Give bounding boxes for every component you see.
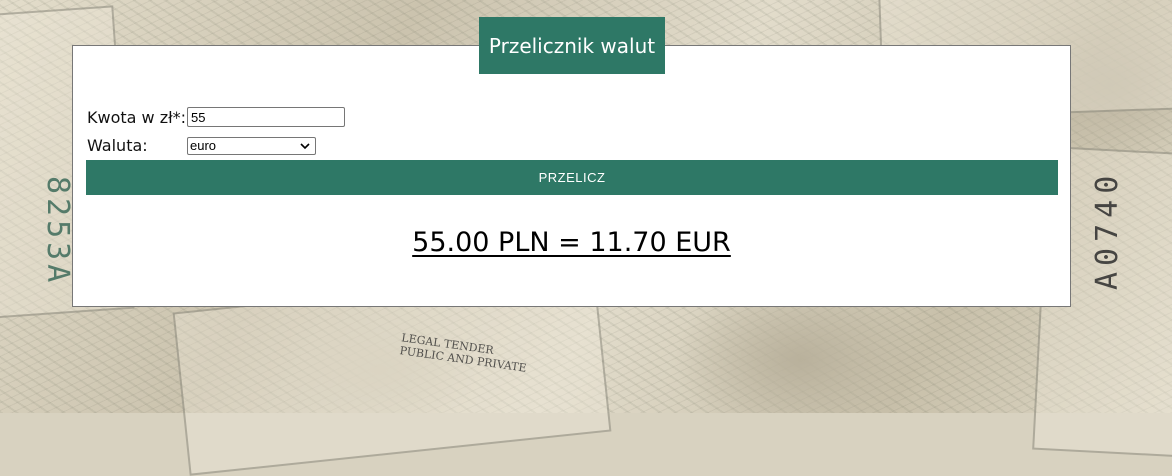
banknote-serial-left: 8253A (40, 176, 75, 287)
chevron-down-icon (300, 142, 310, 149)
convert-button[interactable]: PRZELICZ (86, 160, 1058, 195)
converter-panel: Kwota w zł*: Waluta: euro PRZELICZ 55.00… (72, 45, 1071, 307)
currency-label: Waluta: (87, 136, 148, 155)
conversion-result: 55.00 PLN = 11.70 EUR (412, 227, 731, 258)
page-title: Przelicznik walut (479, 17, 665, 74)
amount-row: Kwota w zł*: (87, 107, 345, 127)
amount-label: Kwota w zł*: (87, 107, 187, 127)
banknote-serial-right: A0740 (1090, 169, 1125, 290)
currency-selected-value: euro (190, 138, 217, 153)
amount-input[interactable] (187, 107, 345, 127)
currency-row: Waluta: euro (87, 136, 316, 155)
currency-select[interactable]: euro (187, 136, 316, 155)
